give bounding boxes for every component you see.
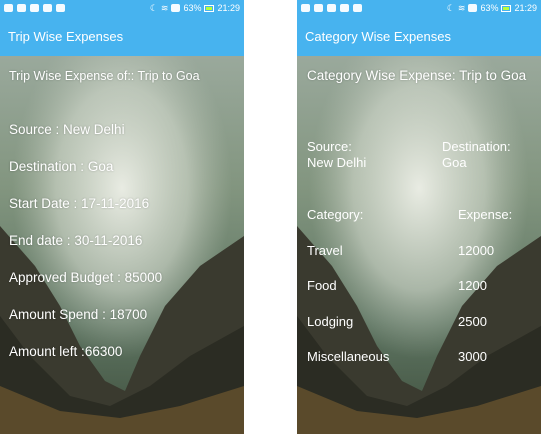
source-value: New Delhi (63, 122, 125, 137)
source-label: Source (9, 122, 52, 137)
notification-icon (43, 4, 52, 12)
amount-left-value: 66300 (84, 344, 123, 359)
amount-left-row: Amount left :66300 (9, 344, 122, 359)
start-date-value: 17-11-2016 (81, 196, 150, 211)
amount-spend-row: Amount Spend : 18700 (9, 307, 147, 322)
separator: : (63, 233, 75, 248)
battery-percent: 63% (480, 3, 499, 13)
destination-value: Goa (442, 155, 467, 170)
destination-row: Destination : Goa (9, 159, 113, 174)
moon-icon: ☾ (149, 2, 158, 13)
notification-icon (340, 4, 349, 12)
expense-column-header: Expense: (458, 207, 513, 222)
separator: : (98, 307, 110, 322)
screen-title: Category Wise Expenses (305, 28, 451, 44)
approved-budget-value: 85000 (124, 270, 163, 285)
notification-icons (4, 4, 65, 12)
start-date-row: Start Date : 17-11-2016 (9, 196, 149, 211)
separator: : (51, 122, 64, 137)
trip-header: Trip Wise Expense of:: Trip to Goa (9, 69, 200, 83)
signal-icon (468, 4, 478, 12)
notification-icons (301, 4, 362, 12)
category-amount: 1200 (458, 278, 487, 293)
destination-label: Destination (9, 159, 77, 174)
amount-left-label: Amount left (9, 344, 78, 359)
notification-icon (17, 4, 26, 12)
warning-icon (353, 4, 362, 12)
category-amount: 2500 (458, 314, 487, 329)
approved-budget-row: Approved Budget : 85000 (9, 270, 162, 285)
category-name: Travel (307, 243, 343, 258)
start-date-label: Start Date (9, 196, 70, 211)
end-date-label: End date (9, 233, 64, 248)
source-block: Source: New Delhi (307, 139, 366, 171)
screen-title: Trip Wise Expenses (8, 28, 124, 44)
wifi-icon: ≋ (160, 2, 169, 13)
separator: : (69, 196, 82, 211)
category-header: Category Wise Expense: Trip to Goa (307, 68, 527, 83)
approved-budget-label: Approved Budget (9, 270, 114, 285)
destination-label: Destination: (442, 139, 511, 154)
trip-wise-screen: ☾ ≋ 63% 21:29 Trip Wise Expenses Trip Wi… (0, 0, 244, 434)
notification-icon (301, 4, 310, 12)
battery-icon (501, 4, 512, 12)
category-amount: 12000 (458, 243, 495, 258)
source-label: Source: (307, 139, 352, 154)
separator: : (76, 159, 88, 174)
separator: : (77, 344, 85, 359)
category-name: Miscellaneous (307, 349, 390, 364)
category-wise-screen: ☾ ≋ 63% 21:29 Category Wise Expenses Cat… (297, 0, 541, 434)
category-name: Lodging (307, 314, 354, 329)
source-row: Source : New Delhi (9, 122, 125, 137)
notification-icon (327, 4, 336, 12)
category-name: Food (307, 278, 337, 293)
status-bar: ☾ ≋ 63% 21:29 (0, 0, 244, 16)
status-bar: ☾ ≋ 63% 21:29 (297, 0, 541, 16)
signal-icon (171, 4, 181, 12)
destination-block: Destination: Goa (442, 139, 511, 171)
end-date-row: End date : 30-11-2016 (9, 233, 142, 248)
app-bar: Trip Wise Expenses (0, 16, 244, 56)
moon-icon: ☾ (446, 2, 455, 13)
battery-percent: 63% (183, 3, 202, 13)
wifi-icon: ≋ (457, 2, 466, 13)
notification-icon (4, 4, 13, 12)
separator: : (113, 270, 125, 285)
clock: 21:29 (217, 3, 240, 13)
battery-icon (204, 4, 215, 12)
notification-icon (314, 4, 323, 12)
destination-value: Goa (87, 159, 114, 174)
notification-icon (30, 4, 39, 12)
category-column-header: Category: (307, 207, 364, 222)
category-amount: 3000 (458, 349, 487, 364)
source-value: New Delhi (307, 155, 367, 170)
app-bar: Category Wise Expenses (297, 16, 541, 56)
end-date-value: 30-11-2016 (74, 233, 143, 248)
amount-spend-label: Amount Spend (9, 307, 99, 322)
clock: 21:29 (514, 3, 537, 13)
amount-spend-value: 18700 (109, 307, 148, 322)
warning-icon (56, 4, 65, 12)
